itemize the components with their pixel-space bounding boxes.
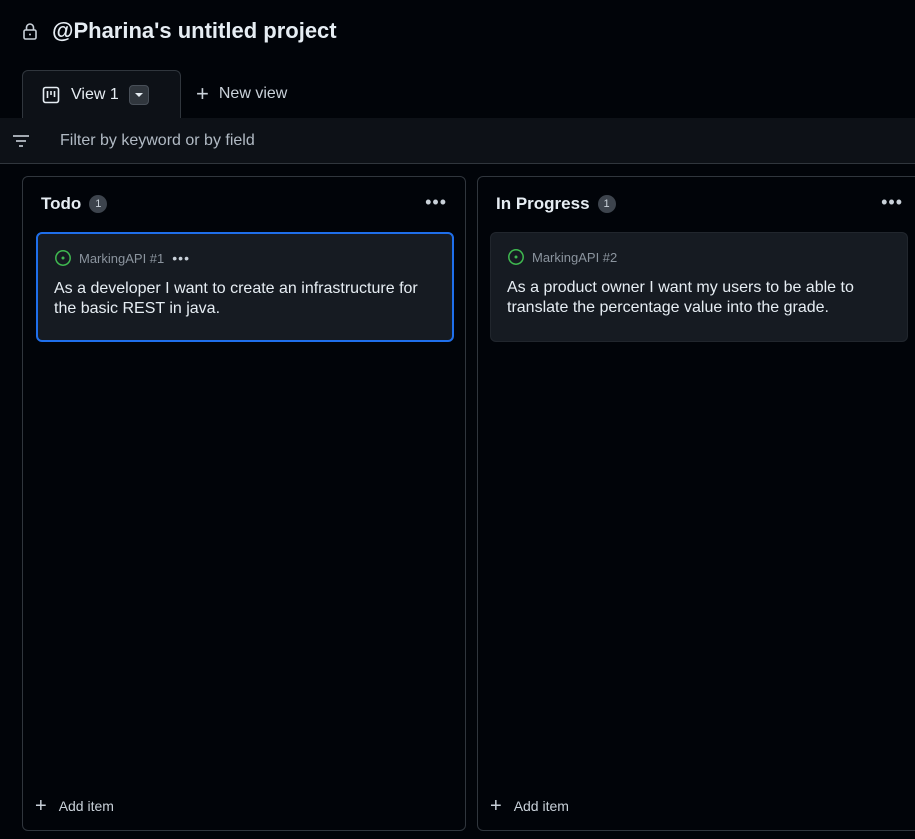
chevron-down-icon — [134, 92, 143, 97]
add-item-button[interactable]: + Add item — [490, 796, 569, 816]
new-view-label: New view — [218, 85, 288, 102]
project-title: @Pharina's untitled project — [52, 18, 337, 43]
filter-input[interactable] — [60, 131, 915, 150]
open-issue-icon — [507, 248, 525, 266]
card-ref-text[interactable]: MarkingAPI #2 — [532, 250, 617, 265]
lock-icon — [22, 21, 42, 41]
add-item-label: Add item — [58, 798, 114, 814]
view-options-button[interactable] — [128, 84, 149, 105]
project-board-app: @Pharina's untitled project View 1 + New… — [0, 0, 915, 839]
plus-icon: + — [196, 81, 209, 106]
column-menu-button[interactable]: ••• — [881, 193, 903, 211]
board-icon — [41, 85, 61, 105]
column-title: Todo — [41, 194, 82, 213]
add-item-button[interactable]: + Add item — [35, 796, 114, 816]
issue-card[interactable]: MarkingAPI #1 ••• As a developer I want … — [36, 232, 454, 342]
card-title: As a developer I want to create an infra… — [54, 280, 418, 317]
column-todo: Todo 1 ••• MarkingAPI #1 ••• As a develo… — [22, 176, 466, 831]
column-count-badge: 1 — [89, 195, 108, 213]
tab-view-1[interactable]: View 1 — [22, 70, 181, 118]
plus-icon: + — [490, 795, 502, 817]
column-count-badge: 1 — [597, 195, 616, 213]
card-ref-text[interactable]: MarkingAPI #1 — [79, 251, 164, 266]
column-title: In Progress — [496, 194, 590, 213]
card-title: As a product owner I want my users to be… — [507, 279, 854, 316]
view-tabs: View 1 + New view — [0, 70, 915, 118]
column-menu-button[interactable]: ••• — [425, 193, 447, 211]
filter-bar — [0, 118, 915, 164]
column-header: Todo 1 ••• — [23, 177, 465, 231]
project-header: @Pharina's untitled project — [0, 0, 915, 62]
card-menu-button[interactable]: ••• — [172, 250, 190, 266]
plus-icon: + — [35, 795, 47, 817]
filter-icon[interactable] — [12, 134, 32, 148]
open-issue-icon — [54, 249, 72, 267]
add-item-label: Add item — [513, 798, 569, 814]
card-reference: MarkingAPI #1 ••• — [54, 248, 436, 268]
column-in-progress: In Progress 1 ••• MarkingAPI #2 As a pro… — [477, 176, 915, 831]
tab-label: View 1 — [71, 85, 119, 103]
card-reference: MarkingAPI #2 — [507, 247, 891, 267]
column-header: In Progress 1 ••• — [478, 177, 915, 231]
new-view-button[interactable]: + New view — [196, 70, 287, 118]
issue-card[interactable]: MarkingAPI #2 As a product owner I want … — [490, 232, 908, 342]
